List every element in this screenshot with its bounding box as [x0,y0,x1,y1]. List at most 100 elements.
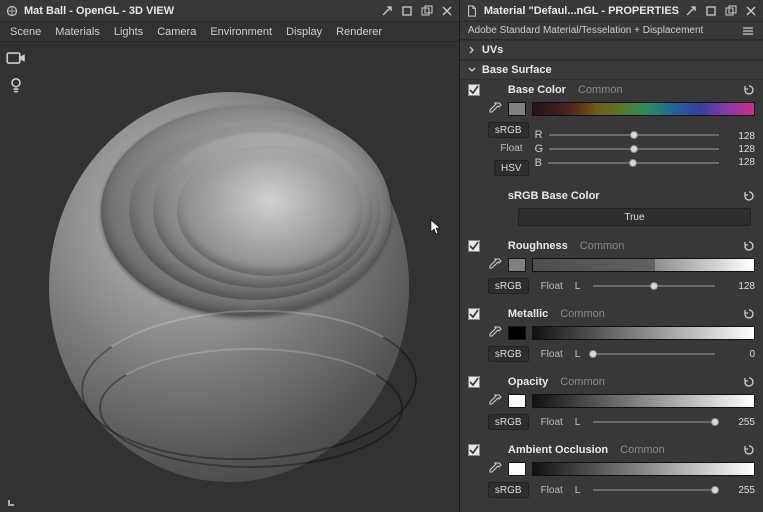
srgb-button[interactable]: sRGB [488,122,529,138]
label-srgb-base-color: sRGB Base Color [508,190,600,202]
srgb-true-button[interactable]: True [518,208,751,226]
menu-lights[interactable]: Lights [114,26,143,38]
label-roughness-sub: Common [580,240,625,252]
l-value[interactable]: 255 [725,417,755,428]
hue-ramp[interactable] [532,102,755,116]
srgb-button[interactable]: sRGB [488,482,529,498]
label-ambient-occlusion: Ambient Occlusion [508,444,608,456]
l-slider[interactable] [593,489,715,491]
eyedropper-icon[interactable] [488,394,502,408]
menu-environment[interactable]: Environment [210,26,272,38]
corner-tool-icon[interactable] [6,496,18,508]
label-ambient-occlusion-sub: Common [620,444,665,456]
l-value[interactable]: 255 [725,485,755,496]
r-slider[interactable] [549,134,719,136]
undock-icon[interactable] [381,5,393,17]
section-uvs-title: UVs [482,44,503,56]
color-swatch[interactable] [508,326,526,340]
app-icon [6,5,18,17]
srgb-button[interactable]: sRGB [488,414,529,430]
section-base-surface[interactable]: Base Surface [460,60,763,80]
label-roughness: Roughness [508,240,568,252]
l-slider[interactable] [593,353,715,355]
undock-icon[interactable] [685,5,697,17]
float-button[interactable]: Float [535,278,569,294]
reset-icon[interactable] [743,308,755,320]
checkbox-ambient-occlusion[interactable] [468,444,480,456]
color-swatch[interactable] [508,258,526,272]
g-slider[interactable] [549,148,719,150]
maximize-icon[interactable] [421,5,433,17]
menu-display[interactable]: Display [286,26,322,38]
menu-camera[interactable]: Camera [157,26,196,38]
r-label: R [535,129,543,141]
checkbox-roughness[interactable] [468,240,480,252]
viewport-3d[interactable] [0,42,459,512]
mouse-cursor-icon [430,219,442,235]
l-label: L [575,417,583,428]
gray-ramp[interactable] [532,462,755,476]
eyedropper-icon[interactable] [488,326,502,340]
viewport-titlebar: Mat Ball - OpenGL - 3D VIEW [0,0,459,22]
close-icon[interactable] [441,5,453,17]
g-value[interactable]: 128 [725,144,755,155]
float-button[interactable]: Float [494,140,528,156]
properties-subheader: Adobe Standard Material/Tesselation + Di… [460,22,763,40]
reset-icon[interactable] [743,84,755,96]
l-label: L [575,281,583,292]
l-label: L [575,485,583,496]
eyedropper-icon[interactable] [488,102,502,116]
reset-icon[interactable] [743,444,755,456]
menu-materials[interactable]: Materials [55,26,100,38]
close-icon[interactable] [745,5,757,17]
color-swatch[interactable] [508,462,526,476]
l-slider[interactable] [593,421,715,423]
color-swatch[interactable] [508,394,526,408]
reset-icon[interactable] [743,190,755,202]
label-base-color: Base Color [508,84,566,96]
minimize-icon[interactable] [401,5,413,17]
checkbox-metallic[interactable] [468,308,480,320]
minimize-icon[interactable] [705,5,717,17]
gray-ramp[interactable] [532,258,755,272]
properties-titlebar: Material "Defaul...nGL - PROPERTIES [460,0,763,22]
l-slider[interactable] [593,285,715,287]
prop-roughness: Roughness Common sRGB Float L 128 [460,236,763,304]
label-opacity: Opacity [508,376,548,388]
section-uvs[interactable]: UVs [460,40,763,60]
b-slider[interactable] [548,162,719,164]
label-base-color-sub: Common [578,84,623,96]
float-button[interactable]: Float [535,482,569,498]
b-value[interactable]: 128 [725,157,755,168]
l-value[interactable]: 128 [725,281,755,292]
color-swatch[interactable] [508,102,526,116]
menu-renderer[interactable]: Renderer [336,26,382,38]
reset-icon[interactable] [743,240,755,252]
panel-menu-icon[interactable] [741,25,755,37]
r-value[interactable]: 128 [725,131,755,142]
gray-ramp[interactable] [532,326,755,340]
l-label: L [575,349,583,360]
hsv-button[interactable]: HSV [494,160,529,176]
g-label: G [535,143,544,155]
l-value[interactable]: 0 [725,349,755,360]
float-button[interactable]: Float [535,346,569,362]
viewport-menubar: Scene Materials Lights Camera Environmen… [0,22,459,42]
gray-ramp[interactable] [532,394,755,408]
srgb-button[interactable]: sRGB [488,278,529,294]
maximize-icon[interactable] [725,5,737,17]
document-icon [466,5,478,17]
eyedropper-icon[interactable] [488,462,502,476]
chevron-right-icon [468,46,476,54]
menu-scene[interactable]: Scene [10,26,41,38]
float-button[interactable]: Float [535,414,569,430]
prop-srgb-base-color: sRGB Base Color True [460,186,763,236]
prop-base-color: Base Color Common sRGB Float HSV [460,80,763,186]
eyedropper-icon[interactable] [488,258,502,272]
section-base-surface-title: Base Surface [482,64,552,76]
checkbox-base-color[interactable] [468,84,480,96]
checkbox-opacity[interactable] [468,376,480,388]
reset-icon[interactable] [743,376,755,388]
srgb-button[interactable]: sRGB [488,346,529,362]
label-metallic: Metallic [508,308,548,320]
